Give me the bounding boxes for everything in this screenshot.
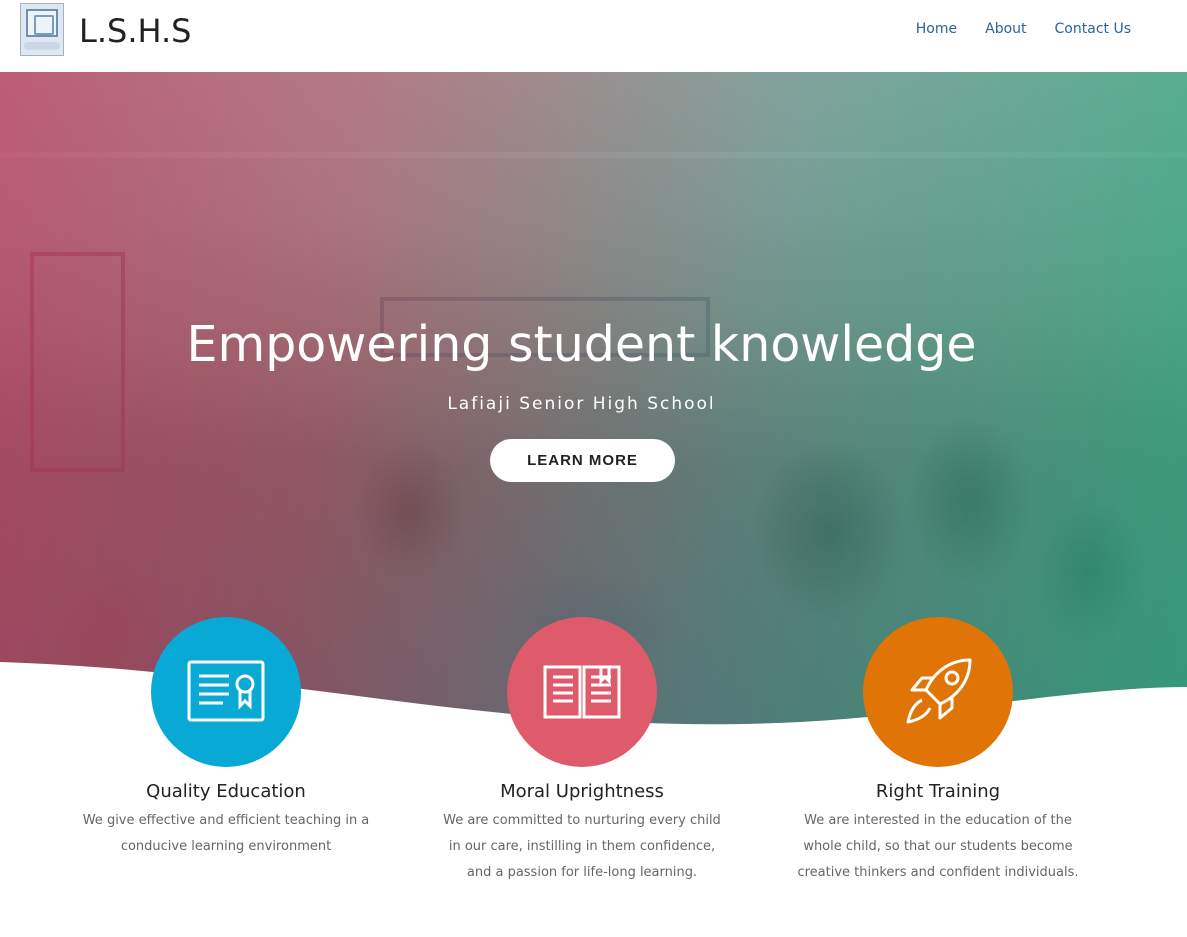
- school-crest-icon[interactable]: [20, 3, 64, 56]
- feature-text: We are interested in the education of th…: [797, 813, 1079, 880]
- nav-home[interactable]: Home: [916, 21, 957, 37]
- feature-text: We give effective and efficient teaching…: [82, 813, 370, 854]
- rocket-icon: [863, 617, 1013, 767]
- feature-title: Quality Education: [146, 781, 306, 802]
- feature-right-training: Right Training We are interested in the …: [788, 617, 1088, 886]
- hero-title: Empowering student knowledge: [186, 316, 977, 373]
- certificate-icon: [151, 617, 301, 767]
- open-book-icon: [507, 617, 657, 767]
- learn-more-button[interactable]: LEARN MORE: [490, 439, 675, 482]
- crest-ribbon: [24, 42, 60, 50]
- hero-subtitle: Lafiaji Senior High School: [447, 394, 716, 414]
- feature-title: Moral Uprightness: [500, 781, 664, 802]
- nav-contact[interactable]: Contact Us: [1055, 21, 1131, 37]
- nav-about[interactable]: About: [985, 21, 1026, 37]
- site-brand[interactable]: L.S.H.S: [79, 12, 191, 50]
- feature-text: We are committed to nurturing every chil…: [443, 813, 721, 880]
- feature-moral-uprightness: Moral Uprightness We are committed to nu…: [432, 617, 732, 886]
- feature-title: Right Training: [875, 781, 1001, 802]
- main-nav: Home About Contact Us: [916, 21, 1131, 37]
- crest-shield: [26, 9, 58, 37]
- feature-quality-education: Quality Education We give effective and …: [76, 617, 376, 860]
- site-header: L.S.H.S Home About Contact Us: [0, 0, 1187, 72]
